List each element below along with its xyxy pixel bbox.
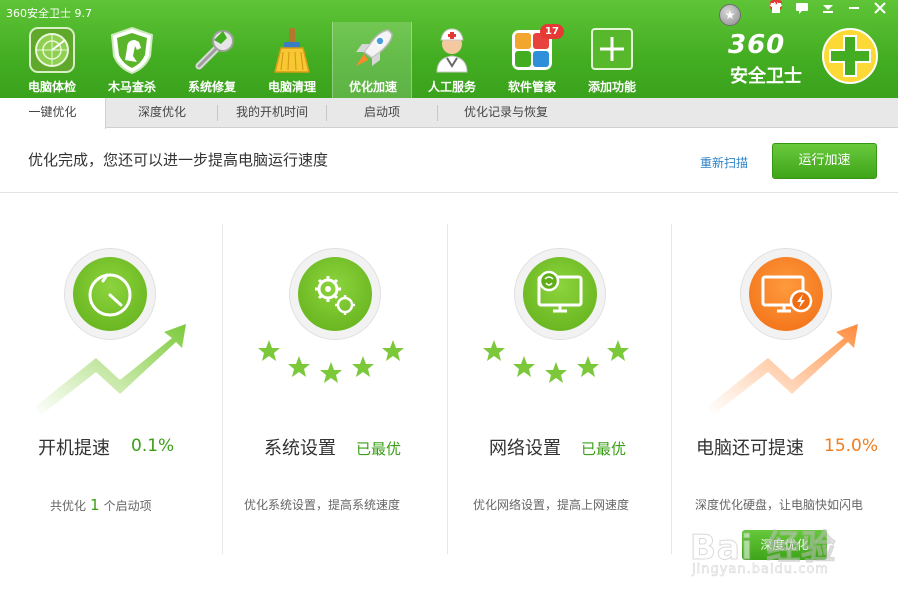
app-title: 360安全卫士 9.7 <box>6 7 92 20</box>
watermark-url: jingyan.baidu.com <box>692 562 829 578</box>
desc-suffix: 个启动项 <box>103 499 152 513</box>
tab-my-boot-time[interactable]: 我的开机时间 <box>218 98 326 128</box>
window-controls <box>766 2 890 18</box>
growth-arrow-icon <box>708 324 858 416</box>
nav-item-checkup[interactable]: 电脑体检 <box>12 22 92 98</box>
nav-label: 电脑体检 <box>27 80 76 94</box>
card-value: 15.0% <box>824 436 879 456</box>
status-bar: 优化完成，您还可以进一步提高电脑运行速度 重新扫描 运行加速 <box>0 129 898 193</box>
nav-item-add-feature[interactable]: 添加功能 <box>572 22 652 98</box>
card-network-settings: 网络设置 已最优 优化网络设置，提高上网速度 <box>448 224 673 554</box>
horse-shield-icon <box>110 26 154 74</box>
nav-item-software-manager[interactable]: 17 软件管家 <box>492 22 572 98</box>
monitor-lightning-icon <box>761 275 813 313</box>
nav-label: 人工服务 <box>427 80 476 94</box>
rescan-link[interactable]: 重新扫描 <box>700 154 748 171</box>
card-icon-ring <box>514 248 606 340</box>
card-description: 优化网络设置，提高上网速度 <box>473 498 630 512</box>
nav-label: 电脑清理 <box>267 80 316 94</box>
card-value: 已最优 <box>356 440 402 458</box>
nav-label: 优化加速 <box>348 80 397 94</box>
wrench-icon <box>195 30 234 70</box>
card-description: 优化系统设置，提高系统速度 <box>244 498 401 512</box>
card-value: 已最优 <box>581 440 627 458</box>
radar-icon <box>29 27 75 73</box>
card-icon-disc <box>749 257 823 331</box>
tab-startup-items[interactable]: 启动项 <box>327 98 437 128</box>
medal-icon[interactable]: ★ <box>719 4 741 26</box>
doctor-icon <box>436 28 468 73</box>
tab-optimize-history[interactable]: 优化记录与恢复 <box>438 98 574 128</box>
card-icon-disc <box>73 257 147 331</box>
card-icon-disc <box>298 257 372 331</box>
gears-icon <box>315 276 355 315</box>
main-nav: 电脑体检 木马查杀 系统修复 电脑清理 优化加速 人工服务 17 软件管家 添加… <box>12 22 652 98</box>
card-value: 0.1% <box>131 436 175 456</box>
update-count-badge: 17 <box>540 24 564 39</box>
nav-item-human-service[interactable]: 人工服务 <box>412 22 492 98</box>
growth-arrow-icon <box>36 324 186 416</box>
card-title: 系统设置 <box>264 438 336 459</box>
baidu-jingyan-watermark: Bai 经验 jingyan.baidu.com <box>689 500 890 590</box>
stars-icon <box>258 340 404 383</box>
tab-one-click-optimize[interactable]: 一键优化 <box>0 98 106 129</box>
tab-deep-optimize[interactable]: 深度优化 <box>107 98 217 128</box>
status-message: 优化完成，您还可以进一步提高电脑运行速度 <box>28 151 329 169</box>
360-logo-icon <box>822 28 878 84</box>
desc-prefix: 共优化 <box>50 499 87 513</box>
card-icon-ring <box>289 248 381 340</box>
stopwatch-icon <box>88 273 132 317</box>
menu-icon[interactable] <box>792 2 812 18</box>
close-icon[interactable] <box>870 2 890 18</box>
brand-number: 360 <box>728 30 786 60</box>
card-title: 开机提速 <box>38 438 110 459</box>
subtab-bar: 一键优化 深度优化 我的开机时间 启动项 优化记录与恢复 <box>0 98 898 129</box>
network-monitor-icon <box>537 270 583 313</box>
card-icon-disc <box>523 257 597 331</box>
plus-icon <box>591 28 633 70</box>
card-title: 电脑还可提速 <box>696 438 804 459</box>
skin-icon[interactable] <box>766 2 786 18</box>
card-title: 网络设置 <box>489 438 561 459</box>
broom-icon <box>274 28 310 73</box>
nav-item-optimize[interactable]: 优化加速 <box>332 22 412 98</box>
optimized-count: 1 <box>90 496 100 514</box>
app-window: 360安全卫士 9.7 ★ N <box>0 0 898 598</box>
nav-label: 木马查杀 <box>107 80 156 94</box>
brand-name: 安全卫士 <box>730 66 802 87</box>
nav-label: 软件管家 <box>507 80 556 94</box>
nav-label: 添加功能 <box>587 80 636 94</box>
card-description: 共优化 1 个启动项 <box>50 496 152 514</box>
card-system-settings: 系统设置 已最优 优化系统设置，提高系统速度 <box>223 224 448 554</box>
card-boot-speedup: 开机提速 0.1% 共优化 1 个启动项 <box>0 224 225 554</box>
run-speedup-button[interactable]: 运行加速 <box>772 143 877 179</box>
restore-icon[interactable] <box>844 2 864 18</box>
nav-item-system-repair[interactable]: 系统修复 <box>172 22 252 98</box>
nav-label: 系统修复 <box>187 80 236 94</box>
header: 360安全卫士 9.7 ★ N <box>0 0 898 98</box>
minimize-icon[interactable] <box>818 2 838 18</box>
rocket-icon <box>356 29 393 66</box>
stars-icon <box>483 340 629 383</box>
nav-item-cleanup[interactable]: 电脑清理 <box>252 22 332 98</box>
nav-item-trojan-scan[interactable]: 木马查杀 <box>92 22 172 98</box>
